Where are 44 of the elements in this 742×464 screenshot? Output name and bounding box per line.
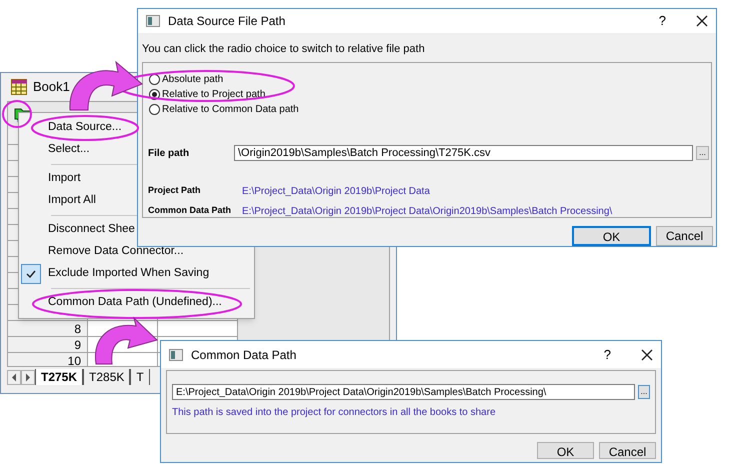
browse-button[interactable]: ...: [696, 146, 709, 160]
dialog-button[interactable]: OK: [572, 226, 651, 246]
menu-item[interactable]: Exclude Imported When Saving: [48, 265, 210, 283]
help-button[interactable]: ?: [658, 11, 666, 30]
radio-button[interactable]: [149, 104, 160, 115]
window-title: Data Source File Path: [168, 12, 286, 30]
radio-label: Relative to Project path: [162, 88, 266, 102]
file-path-field[interactable]: \Origin2019b\Samples\Batch Processing\T275K.csv: [234, 145, 693, 161]
info-label: Common Data Path: [148, 204, 232, 218]
menu-item[interactable]: Common Data Path (Undefined)...: [48, 294, 222, 312]
spreadsheet-icon: [11, 78, 27, 95]
menu-item[interactable]: Data Source...: [48, 119, 122, 137]
row-header: 9: [8, 336, 88, 352]
help-button[interactable]: ?: [604, 344, 611, 364]
curved-arrow: [95, 318, 158, 364]
info-label: Project Path: [148, 184, 202, 198]
window-title: Common Data Path: [191, 346, 296, 364]
path-field[interactable]: E:\Project_Data\Origin 2019b\Project Data\Origin2019b\Samples\Batch Processing\: [172, 384, 636, 400]
window-icon: [169, 348, 183, 360]
field-label: File path: [148, 146, 190, 160]
row-header: 10: [8, 352, 88, 366]
note-text: This path is saved into the project for connectors in all the books to share: [172, 406, 497, 420]
instruction-text: You can click the radio choice to switch to relative file path: [141, 42, 426, 56]
radio-label: Relative to Common Data path: [162, 103, 299, 117]
window-title: Book1: [33, 78, 70, 96]
radio-label: Absolute path: [162, 73, 224, 87]
sheet-tab[interactable]: T275K: [35, 368, 84, 385]
menu-item[interactable]: Remove Data Connector...: [48, 243, 184, 261]
menu-item[interactable]: Select...: [48, 141, 90, 159]
path-link[interactable]: E:\Project_Data\Origin 2019b\Project Data: [242, 184, 430, 198]
menu-item[interactable]: Import: [48, 170, 81, 188]
sheet-tab[interactable]: T285K: [83, 368, 130, 385]
row-header: 8: [8, 320, 88, 336]
path-link[interactable]: E:\Project_Data\Origin 2019b\Project Data\Origin2019b\Samples\Batch Processing\: [242, 204, 612, 218]
dialog-button[interactable]: Cancel: [656, 226, 713, 246]
close-icon[interactable]: [641, 348, 653, 360]
browse-button[interactable]: ...: [638, 385, 650, 399]
dialog-button[interactable]: Cancel: [599, 442, 656, 459]
close-icon[interactable]: [696, 14, 708, 27]
dialog-button[interactable]: OK: [537, 442, 594, 459]
menu-item[interactable]: Disconnect Shee: [48, 221, 135, 239]
sheet-tab[interactable]: T: [130, 368, 150, 385]
menu-item[interactable]: Import All: [48, 192, 96, 210]
window-icon: [146, 14, 160, 27]
